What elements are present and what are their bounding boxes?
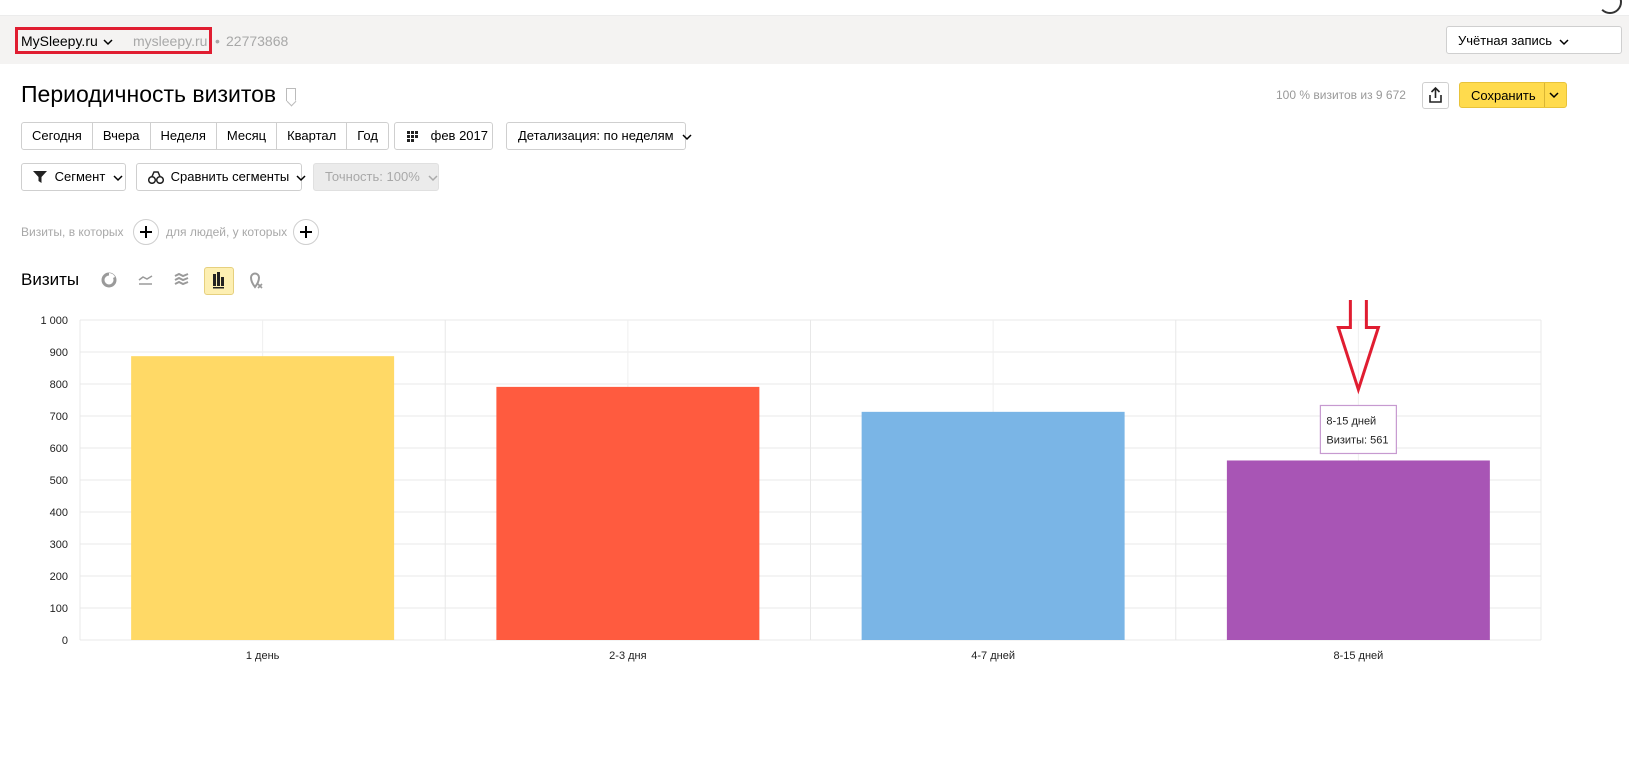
visits-condition-label: Визиты, в которых — [21, 225, 124, 239]
view-bar-button[interactable] — [204, 267, 234, 295]
compare-icon — [148, 171, 164, 185]
y-tick-label: 200 — [50, 571, 68, 583]
y-tick-label: 900 — [50, 347, 68, 359]
bar — [496, 386, 760, 640]
line-chart-icon — [138, 275, 153, 285]
bar — [861, 411, 1125, 640]
people-condition-label: для людей, у которых — [166, 225, 288, 239]
site-domain-link[interactable]: mysleepy.ru — [133, 33, 207, 49]
plus-icon — [300, 226, 312, 238]
y-tick-label: 700 — [50, 411, 68, 423]
share-icon — [1429, 86, 1442, 103]
save-button-label: Сохранить — [1471, 88, 1536, 103]
chevron-down-icon[interactable] — [102, 36, 114, 48]
y-tick-label: 600 — [50, 443, 68, 455]
chevron-down-icon — [682, 134, 692, 140]
period-week-button[interactable]: Неделя — [151, 123, 217, 149]
x-tick-label: 1 день — [246, 650, 280, 662]
period-quarter-button[interactable]: Квартал — [277, 123, 348, 149]
detail-dropdown[interactable]: Детализация: по неделям — [506, 122, 692, 150]
accuracy-dropdown[interactable]: Точность: 100% — [313, 163, 439, 191]
period-tabs: Сегодня Вчера Неделя Месяц Квартал Год — [21, 122, 389, 150]
chevron-down-icon — [1559, 39, 1569, 45]
detail-label: Детализация: по неделям — [518, 128, 674, 143]
map-pin-icon — [249, 272, 263, 289]
save-split-divider — [1544, 83, 1545, 107]
filter-icon — [33, 171, 47, 184]
y-tick-label: 400 — [50, 507, 68, 519]
view-area-button[interactable] — [167, 267, 197, 295]
plus-icon — [140, 226, 152, 238]
site-name-dropdown[interactable]: MySleepy.ru — [21, 33, 98, 49]
bar — [131, 356, 395, 640]
period-yesterday-button[interactable]: Вчера — [93, 123, 151, 149]
x-tick-label: 2-3 дня — [609, 650, 646, 662]
save-button[interactable]: Сохранить — [1459, 82, 1567, 108]
x-tick-label: 8-15 дней — [1333, 650, 1383, 662]
view-pie-button[interactable] — [95, 267, 125, 295]
pie-chart-icon — [101, 272, 117, 288]
chevron-down-icon — [113, 175, 123, 181]
bookmark-icon[interactable] — [286, 88, 296, 101]
y-tick-label: 300 — [50, 539, 68, 551]
add-visit-condition-button[interactable] — [133, 219, 159, 245]
segment-label: Сегмент — [54, 169, 106, 184]
breadcrumb-separator-icon: • — [215, 33, 220, 49]
period-year-button[interactable]: Год — [347, 123, 388, 149]
y-tick-label: 1 000 — [40, 315, 68, 327]
bar-chart: 0 100 200 300 400 500 600 700 800 900 1 000 1 день 2… — [40, 300, 1542, 662]
date-range-label: фев 2017 — [430, 128, 488, 143]
chevron-down-icon — [296, 175, 306, 181]
account-label: Учётная запись — [1458, 33, 1553, 48]
page-title: Периодичность визитов — [21, 81, 277, 107]
compare-segments-label: Сравнить сегменты — [170, 169, 290, 184]
chevron-down-icon[interactable] — [1548, 89, 1560, 101]
bar — [1226, 460, 1490, 640]
counter-id: 22773868 — [226, 33, 289, 49]
view-line-button[interactable] — [131, 267, 161, 295]
top-strip — [0, 0, 1629, 16]
bar-chart-icon — [213, 272, 224, 289]
accuracy-label: Точность: 100% — [325, 169, 420, 184]
sample-info: 100 % визитов из 9 672 — [1276, 88, 1406, 102]
x-tick-label: 4-7 дней — [971, 650, 1015, 662]
calendar-icon — [407, 130, 418, 142]
period-month-button[interactable]: Месяц — [217, 123, 278, 149]
area-chart-icon — [174, 272, 189, 286]
date-range-button[interactable]: фев 2017 — [394, 122, 493, 150]
view-map-button[interactable] — [241, 267, 271, 295]
add-people-condition-button[interactable] — [293, 219, 319, 245]
y-tick-label: 0 — [62, 635, 68, 647]
chart-title: Визиты — [21, 270, 80, 289]
y-tick-label: 100 — [50, 603, 68, 615]
tooltip-value: Визиты: 561 — [1326, 434, 1388, 446]
chevron-down-icon — [428, 175, 438, 181]
compare-segments-button[interactable]: Сравнить сегменты — [136, 163, 306, 191]
export-button[interactable] — [1422, 82, 1449, 109]
tooltip-category: 8-15 дней — [1326, 415, 1376, 427]
segment-button[interactable]: Сегмент — [21, 163, 126, 191]
y-tick-label: 500 — [50, 475, 68, 487]
period-today-button[interactable]: Сегодня — [22, 123, 93, 149]
y-tick-label: 800 — [50, 379, 68, 391]
account-button[interactable]: Учётная запись — [1446, 26, 1622, 54]
